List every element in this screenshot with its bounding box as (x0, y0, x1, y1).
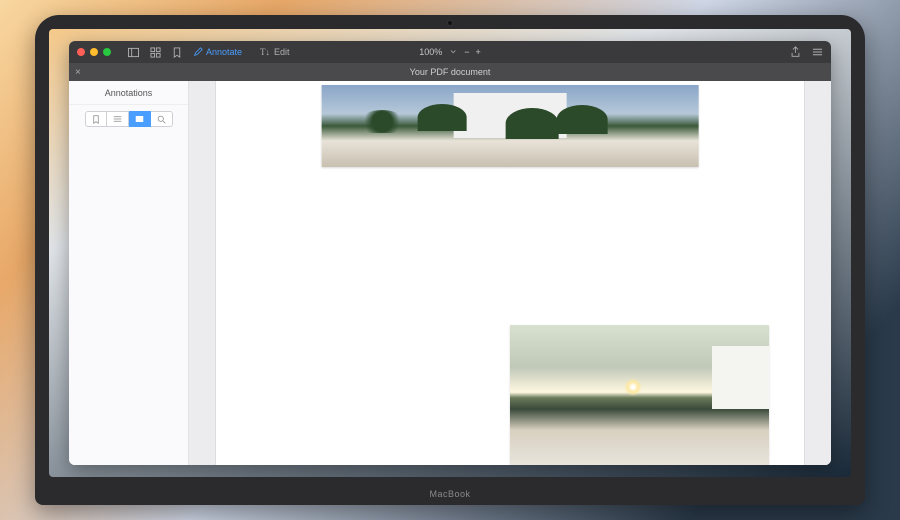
minimize-window-button[interactable] (90, 48, 98, 56)
sidebar-panel: Annotations (69, 81, 189, 465)
zoom-level-label[interactable]: 100% (419, 47, 442, 57)
embedded-image-top[interactable] (322, 85, 699, 167)
sidebar-toggle-icon[interactable] (127, 46, 139, 58)
laptop-frame: Annotate T↓ Edit 100% − + (35, 15, 865, 505)
sidebar-segment-control (69, 105, 188, 133)
toolbar-left-icons: Annotate (127, 46, 242, 58)
segment-annotations[interactable] (129, 111, 151, 127)
toolbar-right (789, 46, 823, 58)
sidebar-content (69, 133, 188, 465)
zoom-in-button[interactable]: + (476, 47, 481, 57)
pdf-page[interactable] (215, 81, 806, 465)
close-window-button[interactable] (77, 48, 85, 56)
segment-bookmarks[interactable] (85, 111, 107, 127)
window-controls (77, 48, 111, 56)
share-icon[interactable] (789, 46, 801, 58)
desktop-screen: Annotate T↓ Edit 100% − + (49, 29, 851, 477)
app-body: Annotations (69, 81, 831, 465)
menu-icon[interactable] (811, 46, 823, 58)
zoom-out-button[interactable]: − (464, 47, 469, 57)
segment-outline[interactable] (107, 111, 129, 127)
titlebar: Annotate T↓ Edit 100% − + (69, 41, 831, 63)
bookmark-icon[interactable] (171, 46, 183, 58)
camera-dot (447, 20, 453, 26)
document-title-bar: × Your PDF document (69, 63, 831, 81)
annotate-mode-button[interactable]: Annotate (193, 46, 242, 58)
document-canvas[interactable] (189, 81, 831, 465)
toolbar-center: 100% − + (419, 47, 481, 57)
pdf-app-window: Annotate T↓ Edit 100% − + (69, 41, 831, 465)
embedded-image-bottom[interactable] (510, 325, 769, 465)
sidebar-title: Annotations (69, 81, 188, 105)
maximize-window-button[interactable] (103, 48, 111, 56)
document-title: Your PDF document (410, 67, 491, 77)
thumbnails-icon[interactable] (149, 46, 161, 58)
zoom-dropdown-icon[interactable] (450, 49, 456, 55)
edit-mode-button[interactable]: T↓ Edit (260, 47, 290, 57)
close-tab-button[interactable]: × (75, 67, 81, 78)
edit-label: Edit (274, 47, 290, 57)
annotate-label: Annotate (206, 47, 242, 57)
segment-search[interactable] (151, 111, 173, 127)
